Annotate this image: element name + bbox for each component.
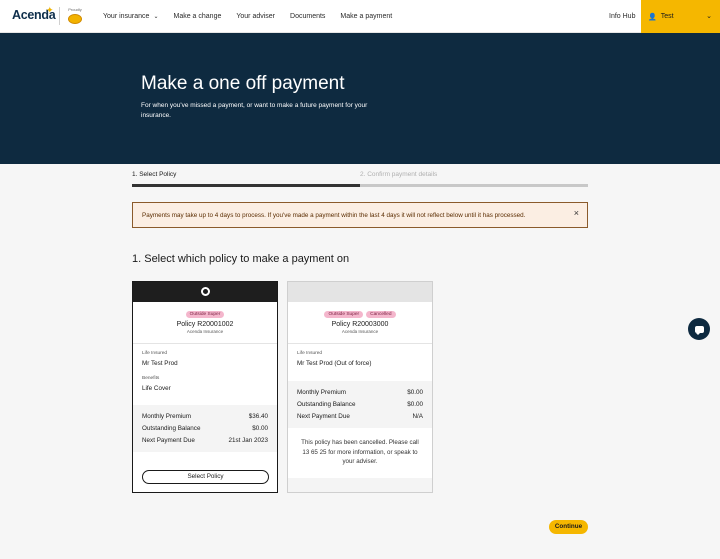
life-insured-value: Mr Test Prod (Out of force) [297,360,372,367]
main-nav: Your insurance ⌄ Make a change Your advi… [103,0,407,33]
step-confirm-payment: 2. Confirm payment details [360,171,438,178]
step-select-policy: 1. Select Policy [132,171,177,178]
info-hub-link[interactable]: Info Hub [609,13,635,20]
nav-label: Your insurance [103,13,150,20]
life-insured-label: Life Insured [297,351,323,356]
figure-label: Next Payment Due [142,436,195,444]
policy-figures: Monthly Premium $0.00 Outstanding Balanc… [288,381,432,428]
figure-value: $0.00 [252,424,268,432]
figure-row: Outstanding Balance $0.00 [297,398,423,410]
nav-documents[interactable]: Documents [290,13,325,20]
divider [288,343,432,344]
divider [133,343,277,344]
policy-card-r20001002[interactable]: Outside Super Policy R20001002 Acenda In… [132,281,278,493]
select-policy-button[interactable]: Select Policy [142,470,269,484]
benefits-label: Benefits [142,376,160,381]
policy-figures: Monthly Premium $36.40 Outstanding Balan… [133,405,277,452]
figure-row: Monthly Premium $36.40 [142,410,268,422]
figure-row: Next Payment Due 21st Jan 2023 [142,434,268,446]
card-header [288,282,432,302]
nav-make-a-change[interactable]: Make a change [173,13,221,20]
benefits-value: Life Cover [142,385,171,392]
page-subtitle: For when you've missed a payment, or wan… [141,102,368,119]
chat-bubble-icon [694,325,704,335]
partner-logo: Proudly [64,8,86,24]
policy-number: Policy R20003000 [331,321,389,328]
radio-selected-icon[interactable] [201,287,210,296]
page-title: Make a one off payment [141,73,345,94]
nav-label: Documents [290,13,326,20]
user-icon: 👤 [648,13,657,21]
figure-label: Monthly Premium [142,412,191,420]
nav-your-adviser[interactable]: Your adviser [236,13,275,20]
policy-card-r20003000: Outside Super Cancelled Policy R20003000… [287,281,433,493]
figure-value: 21st Jan 2023 [228,436,268,444]
logo-divider [59,7,60,25]
chevron-down-icon: ⌄ [706,13,712,20]
nav-label: Your adviser [236,13,276,20]
figure-value: $36.40 [248,412,268,420]
continue-button[interactable]: Continue [549,520,588,534]
processing-alert: Payments may take up to 4 days to proces… [132,202,588,228]
step-progress-fill [132,184,360,187]
partner-badge-icon [68,14,82,24]
top-header: Acenda ✦ Proudly Your insurance ⌄ Make a… [0,0,720,33]
card-header [133,282,277,302]
status-badge: Outside Super [185,311,225,318]
figure-row: Next Payment Due N/A [297,410,423,422]
figure-value: N/A [412,412,424,420]
nav-your-insurance[interactable]: Your insurance ⌄ [103,13,158,20]
hero-banner: Make a one off payment For when you've m… [0,33,720,164]
figure-row: Monthly Premium $0.00 [297,386,423,398]
section-title: 1. Select which policy to make a payment… [132,253,350,265]
nav-make-a-payment[interactable]: Make a payment [340,13,392,20]
figure-label: Monthly Premium [297,388,346,396]
figure-value: $0.00 [407,400,423,408]
alert-text: Payments may take up to 4 days to proces… [142,212,526,219]
life-insured-value: Mr Test Prod [142,360,178,367]
proudly-text: Proudly [68,7,82,12]
policy-company: Acenda Insurance [341,329,379,334]
figure-label: Outstanding Balance [297,400,356,408]
badge-group: Outside Super [133,311,277,318]
chevron-down-icon: ⌄ [153,14,159,20]
figure-value: $0.00 [407,388,423,396]
nav-label: Make a change [173,13,222,20]
status-badge: Outside Super [324,311,364,318]
cancelled-note: This policy has been cancelled. Please c… [301,439,419,465]
figure-label: Outstanding Balance [142,424,201,432]
chat-button[interactable] [688,318,710,340]
star-icon: ✦ [46,5,54,15]
badge-group: Outside Super Cancelled [288,311,432,318]
close-icon[interactable]: × [574,209,579,218]
cancelled-badge: Cancelled [366,311,396,318]
policy-company: Acenda Insurance [186,329,224,334]
figure-label: Next Payment Due [297,412,350,420]
user-menu[interactable]: 👤 Test ⌄ [641,0,720,33]
card-footer [288,478,432,492]
acenda-logo[interactable]: Acenda ✦ [12,5,56,22]
policy-number: Policy R20001002 [176,321,234,328]
figure-row: Outstanding Balance $0.00 [142,422,268,434]
life-insured-label: Life Insured [142,351,168,356]
user-name: Test [660,13,674,20]
step-progress-track [132,184,588,187]
nav-label: Make a payment [340,13,393,20]
